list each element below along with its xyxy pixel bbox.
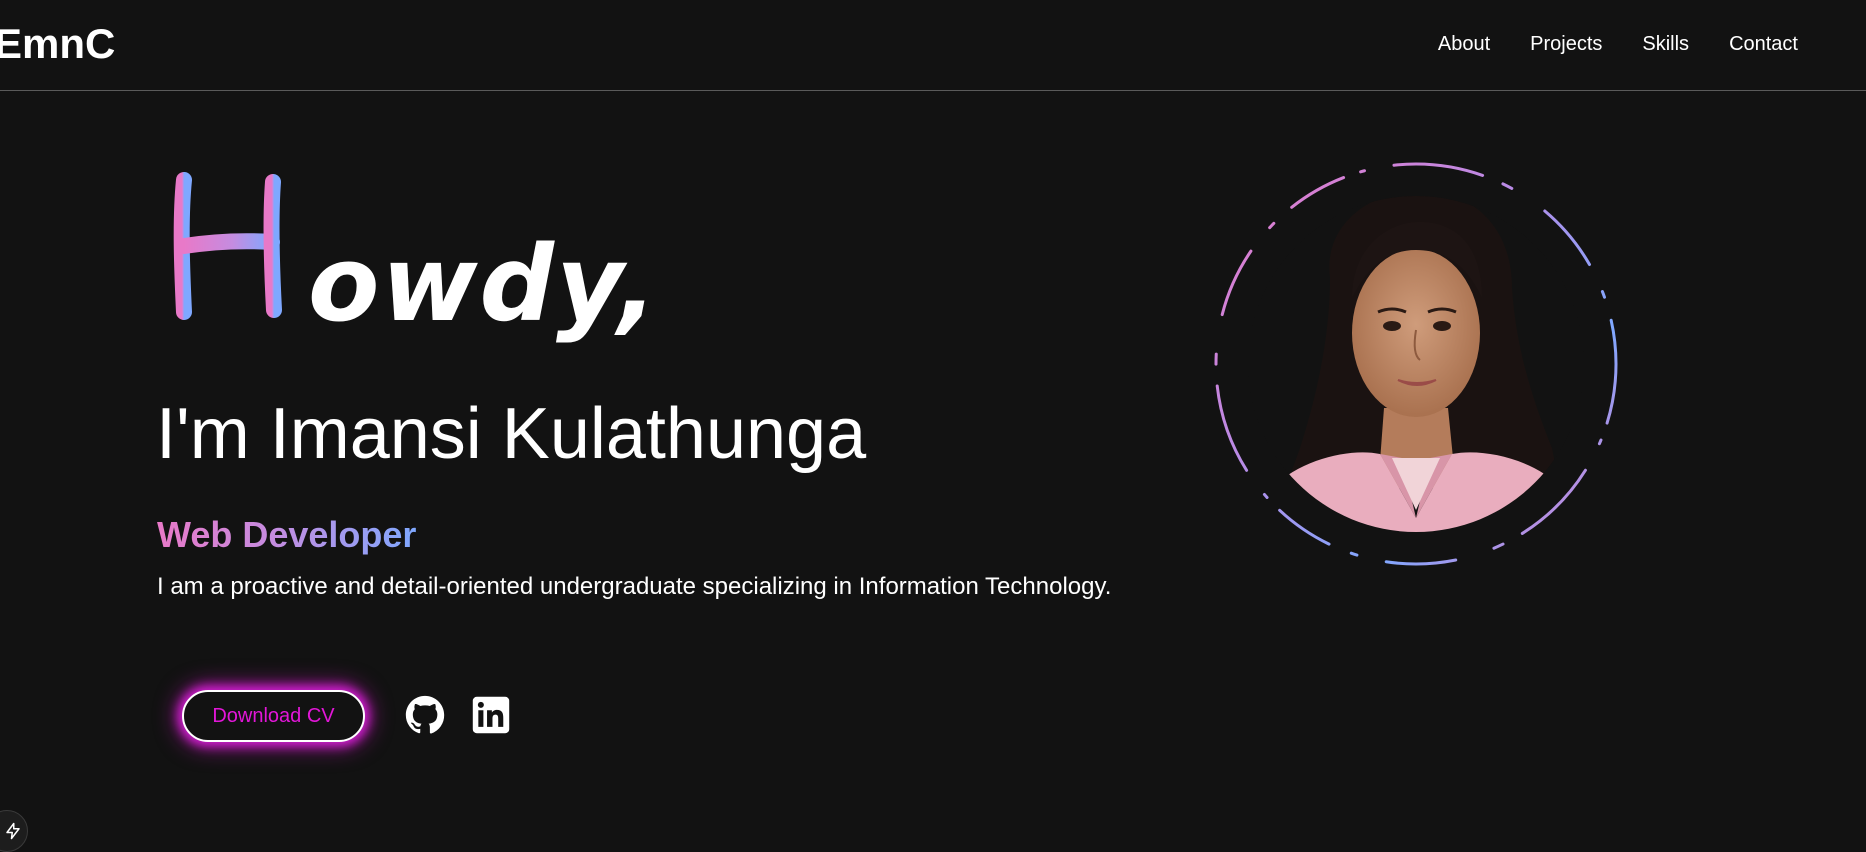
nav-links: About Projects Skills Contact: [1398, 30, 1798, 58]
summary-text: I am a proactive and detail-oriented und…: [157, 573, 1112, 600]
github-link[interactable]: [403, 693, 447, 737]
nav-link-about[interactable]: About: [1438, 30, 1490, 58]
profile-photo-frame: [1212, 158, 1620, 566]
profile-photo: [1214, 162, 1618, 566]
github-icon: [405, 695, 445, 734]
greeting-heading: owdy,: [160, 160, 657, 360]
bolt-icon: [6, 822, 20, 840]
bolt-badge[interactable]: [0, 810, 28, 852]
intro-name: I'm Imansi Kulathunga: [156, 394, 867, 474]
greeting-rest: owdy,: [308, 223, 660, 345]
download-cv-button[interactable]: Download CV: [182, 690, 365, 742]
site-logo[interactable]: EmnC: [0, 20, 115, 68]
page: EmnC About Projects Skills Contact owdy,…: [0, 0, 1866, 852]
role-title: Web Developer: [157, 514, 417, 555]
linkedin-icon: [472, 696, 510, 734]
nav-link-projects[interactable]: Projects: [1530, 30, 1602, 58]
linkedin-link[interactable]: [469, 693, 513, 737]
nav-link-contact[interactable]: Contact: [1729, 30, 1798, 58]
greeting-first-letter: [173, 172, 282, 320]
nav-link-skills[interactable]: Skills: [1642, 30, 1689, 58]
navbar: EmnC About Projects Skills Contact: [0, 0, 1866, 91]
